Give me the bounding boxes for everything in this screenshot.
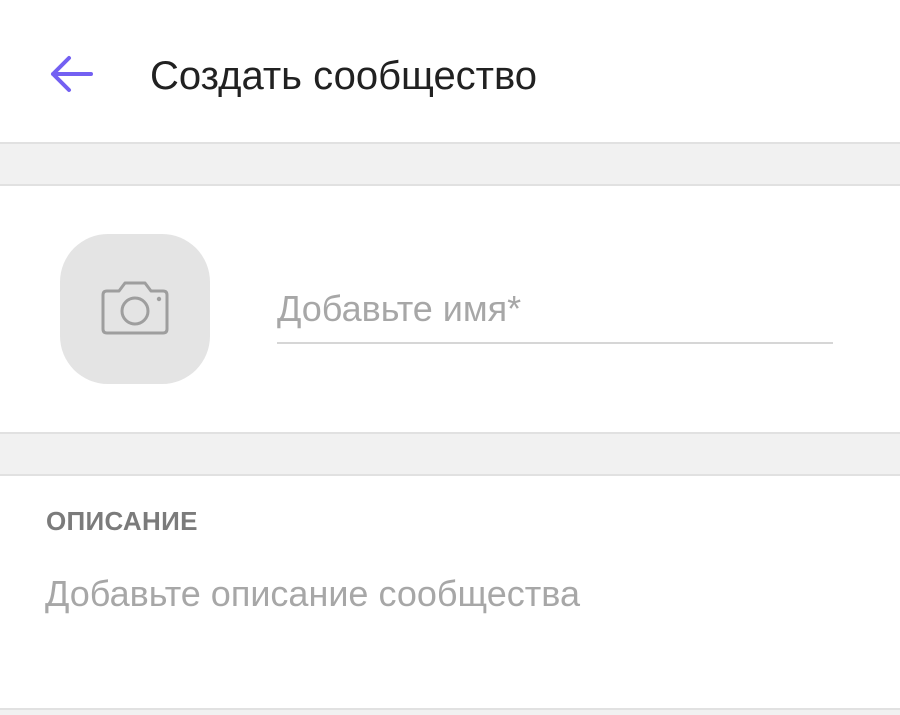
description-heading: ОПИСАНИЕ [46, 506, 198, 536]
add-photo-button[interactable] [60, 234, 210, 384]
description-input[interactable] [45, 568, 865, 620]
section-divider [0, 432, 900, 476]
description-section: ОПИСАНИЕ [0, 476, 900, 708]
section-divider [0, 708, 900, 715]
name-input[interactable] [277, 286, 833, 344]
arrow-left-icon [49, 54, 93, 99]
section-divider [0, 142, 900, 186]
back-button[interactable] [40, 46, 102, 106]
create-community-screen: Создать сообщество ОПИСАНИЕ [0, 0, 900, 715]
camera-icon [99, 277, 171, 342]
app-bar: Создать сообщество [0, 0, 900, 142]
name-section [0, 186, 900, 432]
page-title: Создать сообщество [150, 54, 538, 98]
